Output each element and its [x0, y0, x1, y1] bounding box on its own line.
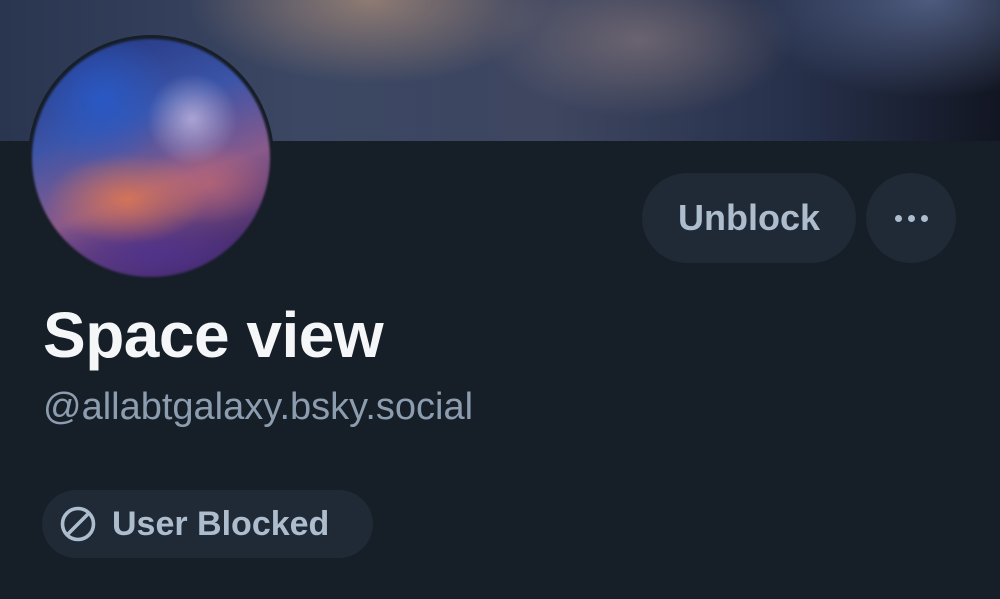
status-badge: User Blocked [42, 490, 373, 558]
unblock-button[interactable]: Unblock [642, 173, 856, 263]
avatar-image [32, 39, 270, 277]
unblock-button-label: Unblock [677, 197, 820, 238]
block-icon [60, 506, 96, 542]
more-options-button[interactable] [866, 173, 956, 263]
display-name: Space view [43, 299, 384, 371]
ellipsis-icon [894, 214, 928, 222]
avatar[interactable] [28, 35, 274, 281]
profile-handle: @allabtgalaxy.bsky.social [43, 386, 474, 428]
status-badge-label: User Blocked [112, 504, 330, 543]
